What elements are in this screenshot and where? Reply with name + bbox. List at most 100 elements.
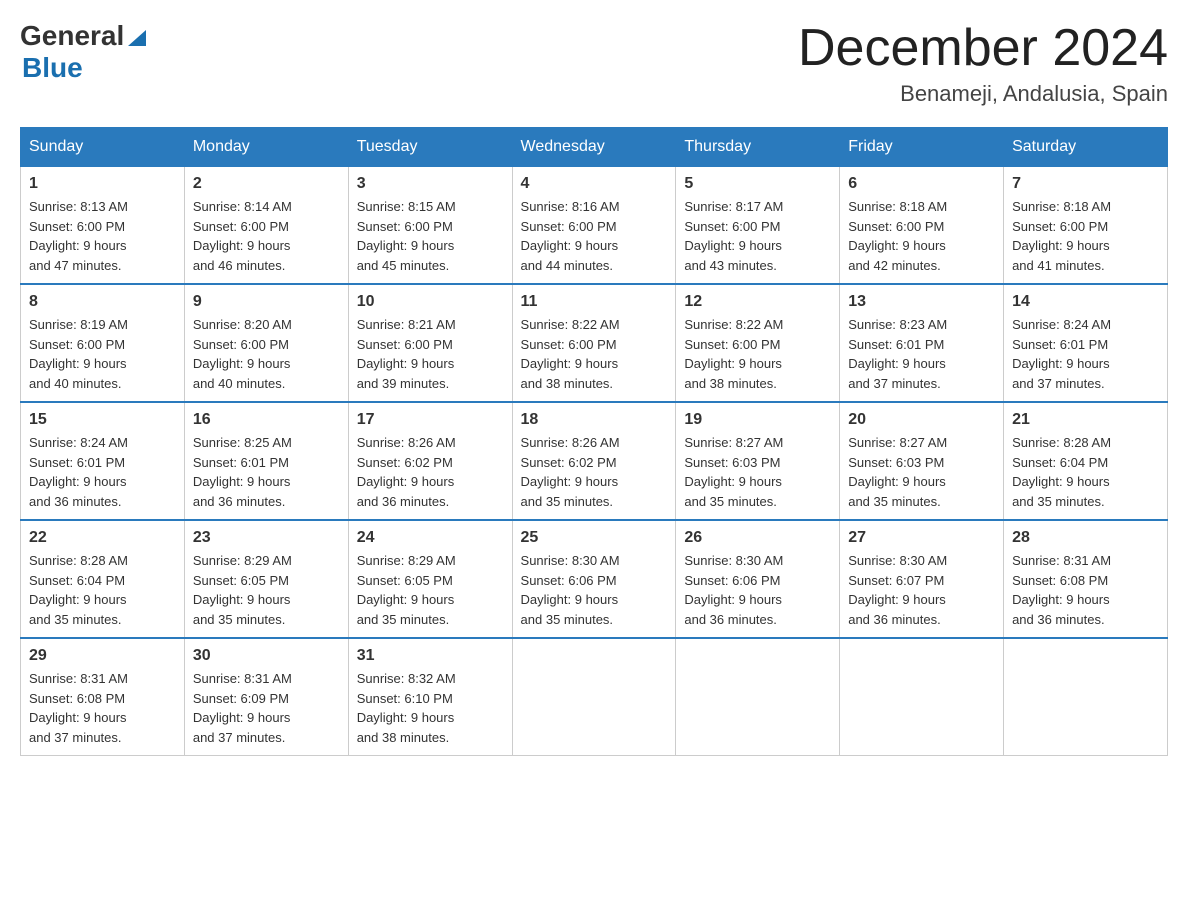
logo-general-text: General bbox=[20, 20, 124, 52]
day-info: Sunrise: 8:24 AM Sunset: 6:01 PM Dayligh… bbox=[1012, 315, 1159, 393]
day-number: 4 bbox=[521, 175, 668, 193]
calendar-location: Benameji, Andalusia, Spain bbox=[798, 81, 1168, 107]
day-info: Sunrise: 8:28 AM Sunset: 6:04 PM Dayligh… bbox=[29, 551, 176, 629]
column-header-wednesday: Wednesday bbox=[512, 128, 676, 167]
calendar-cell: 12 Sunrise: 8:22 AM Sunset: 6:00 PM Dayl… bbox=[676, 284, 840, 402]
day-number: 20 bbox=[848, 411, 995, 429]
day-info: Sunrise: 8:30 AM Sunset: 6:06 PM Dayligh… bbox=[684, 551, 831, 629]
logo: General Blue bbox=[20, 20, 148, 84]
day-info: Sunrise: 8:30 AM Sunset: 6:07 PM Dayligh… bbox=[848, 551, 995, 629]
calendar-week-row: 15 Sunrise: 8:24 AM Sunset: 6:01 PM Dayl… bbox=[21, 402, 1168, 520]
page-header: General Blue December 2024 Benameji, And… bbox=[20, 20, 1168, 107]
day-info: Sunrise: 8:18 AM Sunset: 6:00 PM Dayligh… bbox=[848, 197, 995, 275]
day-info: Sunrise: 8:26 AM Sunset: 6:02 PM Dayligh… bbox=[521, 433, 668, 511]
calendar-cell: 13 Sunrise: 8:23 AM Sunset: 6:01 PM Dayl… bbox=[840, 284, 1004, 402]
day-info: Sunrise: 8:22 AM Sunset: 6:00 PM Dayligh… bbox=[521, 315, 668, 393]
calendar-cell: 7 Sunrise: 8:18 AM Sunset: 6:00 PM Dayli… bbox=[1004, 167, 1168, 285]
calendar-cell: 1 Sunrise: 8:13 AM Sunset: 6:00 PM Dayli… bbox=[21, 167, 185, 285]
day-number: 29 bbox=[29, 647, 176, 665]
day-info: Sunrise: 8:25 AM Sunset: 6:01 PM Dayligh… bbox=[193, 433, 340, 511]
title-area: December 2024 Benameji, Andalusia, Spain bbox=[798, 20, 1168, 107]
day-number: 27 bbox=[848, 529, 995, 547]
day-info: Sunrise: 8:31 AM Sunset: 6:08 PM Dayligh… bbox=[29, 669, 176, 747]
day-number: 31 bbox=[357, 647, 504, 665]
calendar-cell: 11 Sunrise: 8:22 AM Sunset: 6:00 PM Dayl… bbox=[512, 284, 676, 402]
calendar-cell: 3 Sunrise: 8:15 AM Sunset: 6:00 PM Dayli… bbox=[348, 167, 512, 285]
day-number: 19 bbox=[684, 411, 831, 429]
day-info: Sunrise: 8:27 AM Sunset: 6:03 PM Dayligh… bbox=[848, 433, 995, 511]
calendar-cell bbox=[840, 638, 1004, 756]
calendar-cell: 21 Sunrise: 8:28 AM Sunset: 6:04 PM Dayl… bbox=[1004, 402, 1168, 520]
column-header-friday: Friday bbox=[840, 128, 1004, 167]
day-number: 18 bbox=[521, 411, 668, 429]
day-info: Sunrise: 8:31 AM Sunset: 6:09 PM Dayligh… bbox=[193, 669, 340, 747]
calendar-cell: 2 Sunrise: 8:14 AM Sunset: 6:00 PM Dayli… bbox=[184, 167, 348, 285]
day-number: 25 bbox=[521, 529, 668, 547]
calendar-cell: 4 Sunrise: 8:16 AM Sunset: 6:00 PM Dayli… bbox=[512, 167, 676, 285]
calendar-cell: 29 Sunrise: 8:31 AM Sunset: 6:08 PM Dayl… bbox=[21, 638, 185, 756]
calendar-cell: 15 Sunrise: 8:24 AM Sunset: 6:01 PM Dayl… bbox=[21, 402, 185, 520]
column-header-thursday: Thursday bbox=[676, 128, 840, 167]
day-number: 16 bbox=[193, 411, 340, 429]
calendar-title: December 2024 bbox=[798, 20, 1168, 77]
calendar-cell bbox=[1004, 638, 1168, 756]
calendar-header-row: SundayMondayTuesdayWednesdayThursdayFrid… bbox=[21, 128, 1168, 167]
calendar-cell: 5 Sunrise: 8:17 AM Sunset: 6:00 PM Dayli… bbox=[676, 167, 840, 285]
day-info: Sunrise: 8:22 AM Sunset: 6:00 PM Dayligh… bbox=[684, 315, 831, 393]
calendar-cell: 28 Sunrise: 8:31 AM Sunset: 6:08 PM Dayl… bbox=[1004, 520, 1168, 638]
day-number: 3 bbox=[357, 175, 504, 193]
day-number: 1 bbox=[29, 175, 176, 193]
day-info: Sunrise: 8:27 AM Sunset: 6:03 PM Dayligh… bbox=[684, 433, 831, 511]
calendar-cell: 30 Sunrise: 8:31 AM Sunset: 6:09 PM Dayl… bbox=[184, 638, 348, 756]
day-number: 15 bbox=[29, 411, 176, 429]
calendar-cell: 16 Sunrise: 8:25 AM Sunset: 6:01 PM Dayl… bbox=[184, 402, 348, 520]
day-number: 5 bbox=[684, 175, 831, 193]
day-info: Sunrise: 8:30 AM Sunset: 6:06 PM Dayligh… bbox=[521, 551, 668, 629]
day-number: 13 bbox=[848, 293, 995, 311]
calendar-cell: 22 Sunrise: 8:28 AM Sunset: 6:04 PM Dayl… bbox=[21, 520, 185, 638]
calendar-cell: 23 Sunrise: 8:29 AM Sunset: 6:05 PM Dayl… bbox=[184, 520, 348, 638]
calendar-cell: 20 Sunrise: 8:27 AM Sunset: 6:03 PM Dayl… bbox=[840, 402, 1004, 520]
day-number: 2 bbox=[193, 175, 340, 193]
day-info: Sunrise: 8:18 AM Sunset: 6:00 PM Dayligh… bbox=[1012, 197, 1159, 275]
calendar-week-row: 1 Sunrise: 8:13 AM Sunset: 6:00 PM Dayli… bbox=[21, 167, 1168, 285]
day-info: Sunrise: 8:14 AM Sunset: 6:00 PM Dayligh… bbox=[193, 197, 340, 275]
day-info: Sunrise: 8:13 AM Sunset: 6:00 PM Dayligh… bbox=[29, 197, 176, 275]
day-number: 30 bbox=[193, 647, 340, 665]
day-number: 22 bbox=[29, 529, 176, 547]
calendar-cell: 19 Sunrise: 8:27 AM Sunset: 6:03 PM Dayl… bbox=[676, 402, 840, 520]
day-info: Sunrise: 8:28 AM Sunset: 6:04 PM Dayligh… bbox=[1012, 433, 1159, 511]
day-number: 10 bbox=[357, 293, 504, 311]
day-number: 7 bbox=[1012, 175, 1159, 193]
calendar-cell: 27 Sunrise: 8:30 AM Sunset: 6:07 PM Dayl… bbox=[840, 520, 1004, 638]
day-number: 21 bbox=[1012, 411, 1159, 429]
logo-blue-text: Blue bbox=[22, 52, 148, 84]
day-info: Sunrise: 8:19 AM Sunset: 6:00 PM Dayligh… bbox=[29, 315, 176, 393]
day-info: Sunrise: 8:15 AM Sunset: 6:00 PM Dayligh… bbox=[357, 197, 504, 275]
calendar-cell: 26 Sunrise: 8:30 AM Sunset: 6:06 PM Dayl… bbox=[676, 520, 840, 638]
day-number: 9 bbox=[193, 293, 340, 311]
day-info: Sunrise: 8:32 AM Sunset: 6:10 PM Dayligh… bbox=[357, 669, 504, 747]
day-number: 24 bbox=[357, 529, 504, 547]
day-info: Sunrise: 8:24 AM Sunset: 6:01 PM Dayligh… bbox=[29, 433, 176, 511]
calendar-week-row: 29 Sunrise: 8:31 AM Sunset: 6:08 PM Dayl… bbox=[21, 638, 1168, 756]
calendar-week-row: 8 Sunrise: 8:19 AM Sunset: 6:00 PM Dayli… bbox=[21, 284, 1168, 402]
calendar-table: SundayMondayTuesdayWednesdayThursdayFrid… bbox=[20, 127, 1168, 756]
column-header-sunday: Sunday bbox=[21, 128, 185, 167]
calendar-cell: 9 Sunrise: 8:20 AM Sunset: 6:00 PM Dayli… bbox=[184, 284, 348, 402]
day-info: Sunrise: 8:21 AM Sunset: 6:00 PM Dayligh… bbox=[357, 315, 504, 393]
day-number: 26 bbox=[684, 529, 831, 547]
calendar-cell: 18 Sunrise: 8:26 AM Sunset: 6:02 PM Dayl… bbox=[512, 402, 676, 520]
day-info: Sunrise: 8:29 AM Sunset: 6:05 PM Dayligh… bbox=[357, 551, 504, 629]
day-number: 8 bbox=[29, 293, 176, 311]
logo-triangle-icon bbox=[126, 26, 148, 48]
day-info: Sunrise: 8:26 AM Sunset: 6:02 PM Dayligh… bbox=[357, 433, 504, 511]
day-info: Sunrise: 8:20 AM Sunset: 6:00 PM Dayligh… bbox=[193, 315, 340, 393]
day-number: 6 bbox=[848, 175, 995, 193]
calendar-cell: 25 Sunrise: 8:30 AM Sunset: 6:06 PM Dayl… bbox=[512, 520, 676, 638]
day-info: Sunrise: 8:23 AM Sunset: 6:01 PM Dayligh… bbox=[848, 315, 995, 393]
calendar-cell bbox=[676, 638, 840, 756]
day-info: Sunrise: 8:17 AM Sunset: 6:00 PM Dayligh… bbox=[684, 197, 831, 275]
day-info: Sunrise: 8:16 AM Sunset: 6:00 PM Dayligh… bbox=[521, 197, 668, 275]
column-header-tuesday: Tuesday bbox=[348, 128, 512, 167]
